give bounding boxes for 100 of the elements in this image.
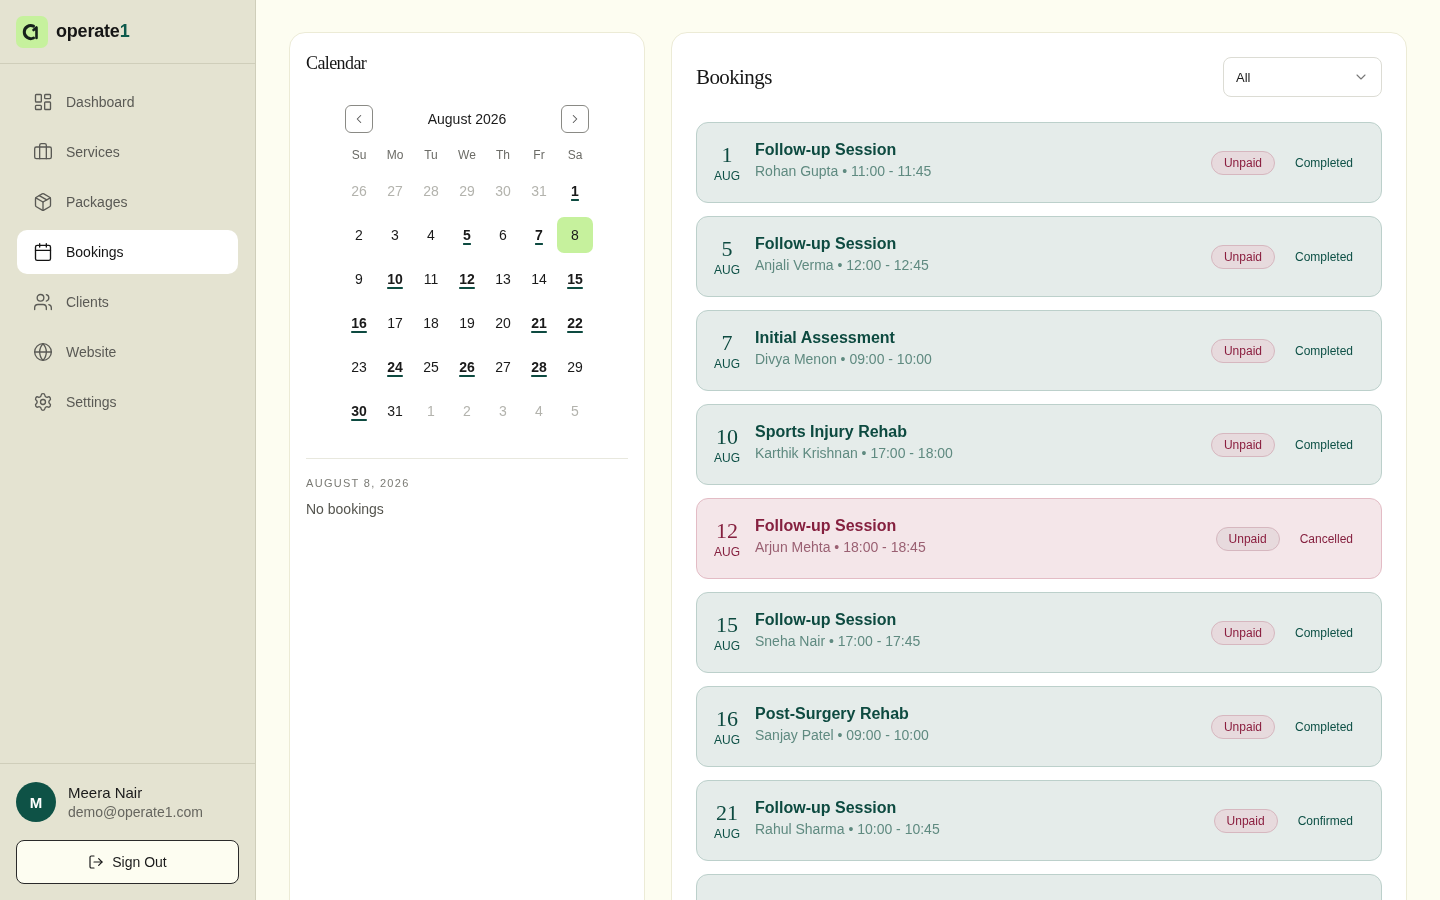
calendar-day[interactable]: 26 bbox=[449, 349, 485, 385]
booking-details: Anjali Verma • 12:00 - 12:45 bbox=[755, 256, 930, 273]
payment-badge: Unpaid bbox=[1210, 714, 1275, 739]
calendar-day[interactable]: 30 bbox=[341, 393, 377, 429]
booking-details: Sneha Nair • 17:00 - 17:45 bbox=[755, 632, 922, 649]
calendar-day[interactable]: 1 bbox=[557, 173, 593, 209]
calendar-day[interactable]: 12 bbox=[449, 261, 485, 297]
avatar: M bbox=[16, 782, 56, 822]
weekday-label: Sa bbox=[567, 148, 583, 162]
weekday-label: Th bbox=[496, 148, 510, 162]
booking-card[interactable]: 15 AUG Follow-up Session Sneha Nair • 17:00 - 17:45 Unpaid Completed bbox=[696, 592, 1382, 673]
calendar-day[interactable]: 7 bbox=[521, 217, 557, 253]
sidebar-item[interactable]: Settings bbox=[17, 380, 238, 424]
booking-card[interactable]: 21 AUG Follow-up Session Rahul Sharma • 10:00 - 10:45 Unpaid Confirmed bbox=[696, 780, 1382, 861]
booking-month: AUG bbox=[714, 826, 740, 841]
calendar-day[interactable]: 5 bbox=[449, 217, 485, 253]
booking-day: 15 bbox=[716, 612, 738, 637]
booking-card[interactable]: 5 AUG Follow-up Session Anjali Verma • 12:00 - 12:45 Unpaid Completed bbox=[696, 216, 1382, 297]
booking-status: Completed bbox=[1294, 719, 1353, 734]
calendar-day[interactable]: 3 bbox=[377, 217, 413, 253]
payment-badge: Unpaid bbox=[1210, 432, 1275, 457]
weekday-label: Fr bbox=[533, 148, 545, 162]
calendar-day[interactable]: 20 bbox=[485, 305, 521, 341]
booking-title: Follow-up Session bbox=[755, 234, 898, 253]
calendar-day[interactable]: 17 bbox=[377, 305, 413, 341]
calendar-day[interactable]: 14 bbox=[521, 261, 557, 297]
booking-month: AUG bbox=[714, 638, 740, 653]
booking-status: Completed bbox=[1294, 155, 1353, 170]
calendar-day[interactable]: 23 bbox=[341, 349, 377, 385]
booking-month: AUG bbox=[714, 450, 740, 465]
booking-title: Follow-up Session bbox=[755, 516, 898, 535]
calendar-day[interactable]: 28 bbox=[521, 349, 557, 385]
booking-status: Completed bbox=[1294, 625, 1353, 640]
booking-details: Rahul Sharma • 10:00 - 10:45 bbox=[755, 820, 941, 837]
users-icon bbox=[33, 292, 53, 312]
next-month-button[interactable] bbox=[561, 105, 589, 133]
booking-title: Sports Injury Rehab bbox=[755, 422, 909, 441]
sidebar-item[interactable]: Services bbox=[17, 130, 238, 174]
payment-badge: Unpaid bbox=[1210, 338, 1275, 363]
booking-status: Completed bbox=[1294, 437, 1353, 452]
calendar-day[interactable]: 19 bbox=[449, 305, 485, 341]
sidebar-item[interactable]: Clients bbox=[17, 280, 238, 324]
weekday-label: Mo bbox=[386, 148, 404, 162]
weekday-label: Su bbox=[351, 148, 367, 162]
payment-badge: Unpaid bbox=[1210, 150, 1275, 175]
calendar-day[interactable]: 13 bbox=[485, 261, 521, 297]
calendar-day[interactable]: 22 bbox=[557, 305, 593, 341]
calendar-day[interactable]: 6 bbox=[485, 217, 521, 253]
calendar-day[interactable]: 16 bbox=[341, 305, 377, 341]
booking-status: Cancelled bbox=[1299, 531, 1353, 546]
booking-details: Rohan Gupta • 11:00 - 11:45 bbox=[755, 162, 933, 179]
calendar-day[interactable]: 2 bbox=[341, 217, 377, 253]
calendar-day[interactable]: 18 bbox=[413, 305, 449, 341]
calendar-day[interactable]: 31 bbox=[377, 393, 413, 429]
calendar-day[interactable]: 10 bbox=[377, 261, 413, 297]
payment-badge: Unpaid bbox=[1215, 526, 1280, 551]
logout-icon bbox=[88, 854, 105, 870]
month-label: August 2026 bbox=[427, 111, 507, 127]
box-icon bbox=[33, 192, 53, 212]
bookings-title: Bookings bbox=[696, 64, 772, 91]
brand-name: operate1 bbox=[56, 21, 130, 42]
calendar-day[interactable]: 29 bbox=[557, 349, 593, 385]
booking-card[interactable]: 7 AUG Initial Assessment Divya Menon • 09:00 - 10:00 Unpaid Completed bbox=[696, 310, 1382, 391]
calendar-day[interactable]: 9 bbox=[341, 261, 377, 297]
calendar-day[interactable]: 24 bbox=[377, 349, 413, 385]
payment-badge: Unpaid bbox=[1213, 808, 1278, 833]
calendar-day[interactable]: 21 bbox=[521, 305, 557, 341]
globe-icon bbox=[33, 342, 53, 362]
booking-month: AUG bbox=[714, 356, 740, 371]
booking-card[interactable]: 16 AUG Post-Surgery Rehab Sanjay Patel • 09:00 - 10:00 Unpaid Completed bbox=[696, 686, 1382, 767]
booking-title: Follow-up Session bbox=[755, 610, 898, 629]
booking-card[interactable]: 12 AUG Follow-up Session Arjun Mehta • 18:00 - 18:45 Unpaid Cancelled bbox=[696, 498, 1382, 579]
payment-badge: Unpaid bbox=[1210, 620, 1275, 645]
booking-day: 16 bbox=[716, 706, 738, 731]
booking-details: Sanjay Patel • 09:00 - 10:00 bbox=[755, 726, 930, 743]
booking-card[interactable]: 10 AUG Sports Injury Rehab Karthik Krishnan • 17:00 - 18:00 Unpaid Completed bbox=[696, 404, 1382, 485]
empty-state-text: No bookings bbox=[306, 500, 385, 519]
calendar-day[interactable]: 27 bbox=[485, 349, 521, 385]
weekday-label: Tu bbox=[424, 148, 438, 162]
sidebar-item[interactable]: Bookings bbox=[17, 230, 238, 274]
user-email: demo@operate1.com bbox=[68, 804, 203, 820]
sidebar-item[interactable]: Dashboard bbox=[17, 80, 238, 124]
calendar-day[interactable]: 8 bbox=[557, 217, 593, 253]
calendar-day[interactable]: 15 bbox=[557, 261, 593, 297]
previous-month-button[interactable] bbox=[345, 105, 373, 133]
grid-icon bbox=[33, 92, 53, 112]
sidebar-item[interactable]: Packages bbox=[17, 180, 238, 224]
booking-day: 7 bbox=[721, 330, 733, 355]
sidebar-item[interactable]: Website bbox=[17, 330, 238, 374]
selected-date-label: AUGUST 8, 2026 bbox=[306, 476, 411, 491]
calendar-icon bbox=[33, 242, 53, 262]
calendar-day[interactable]: 4 bbox=[413, 217, 449, 253]
filter-select[interactable]: All bbox=[1223, 57, 1382, 97]
calendar-day[interactable]: 11 bbox=[413, 261, 449, 297]
booking-card[interactable]: 1 AUG Follow-up Session Rohan Gupta • 11:00 - 11:45 Unpaid Completed bbox=[696, 122, 1382, 203]
sign-out-button[interactable]: Sign Out bbox=[16, 840, 239, 884]
booking-title: Post-Surgery Rehab bbox=[755, 704, 910, 723]
booking-day: 21 bbox=[716, 800, 738, 825]
payment-badge: Unpaid bbox=[1210, 244, 1275, 269]
calendar-day[interactable]: 25 bbox=[413, 349, 449, 385]
